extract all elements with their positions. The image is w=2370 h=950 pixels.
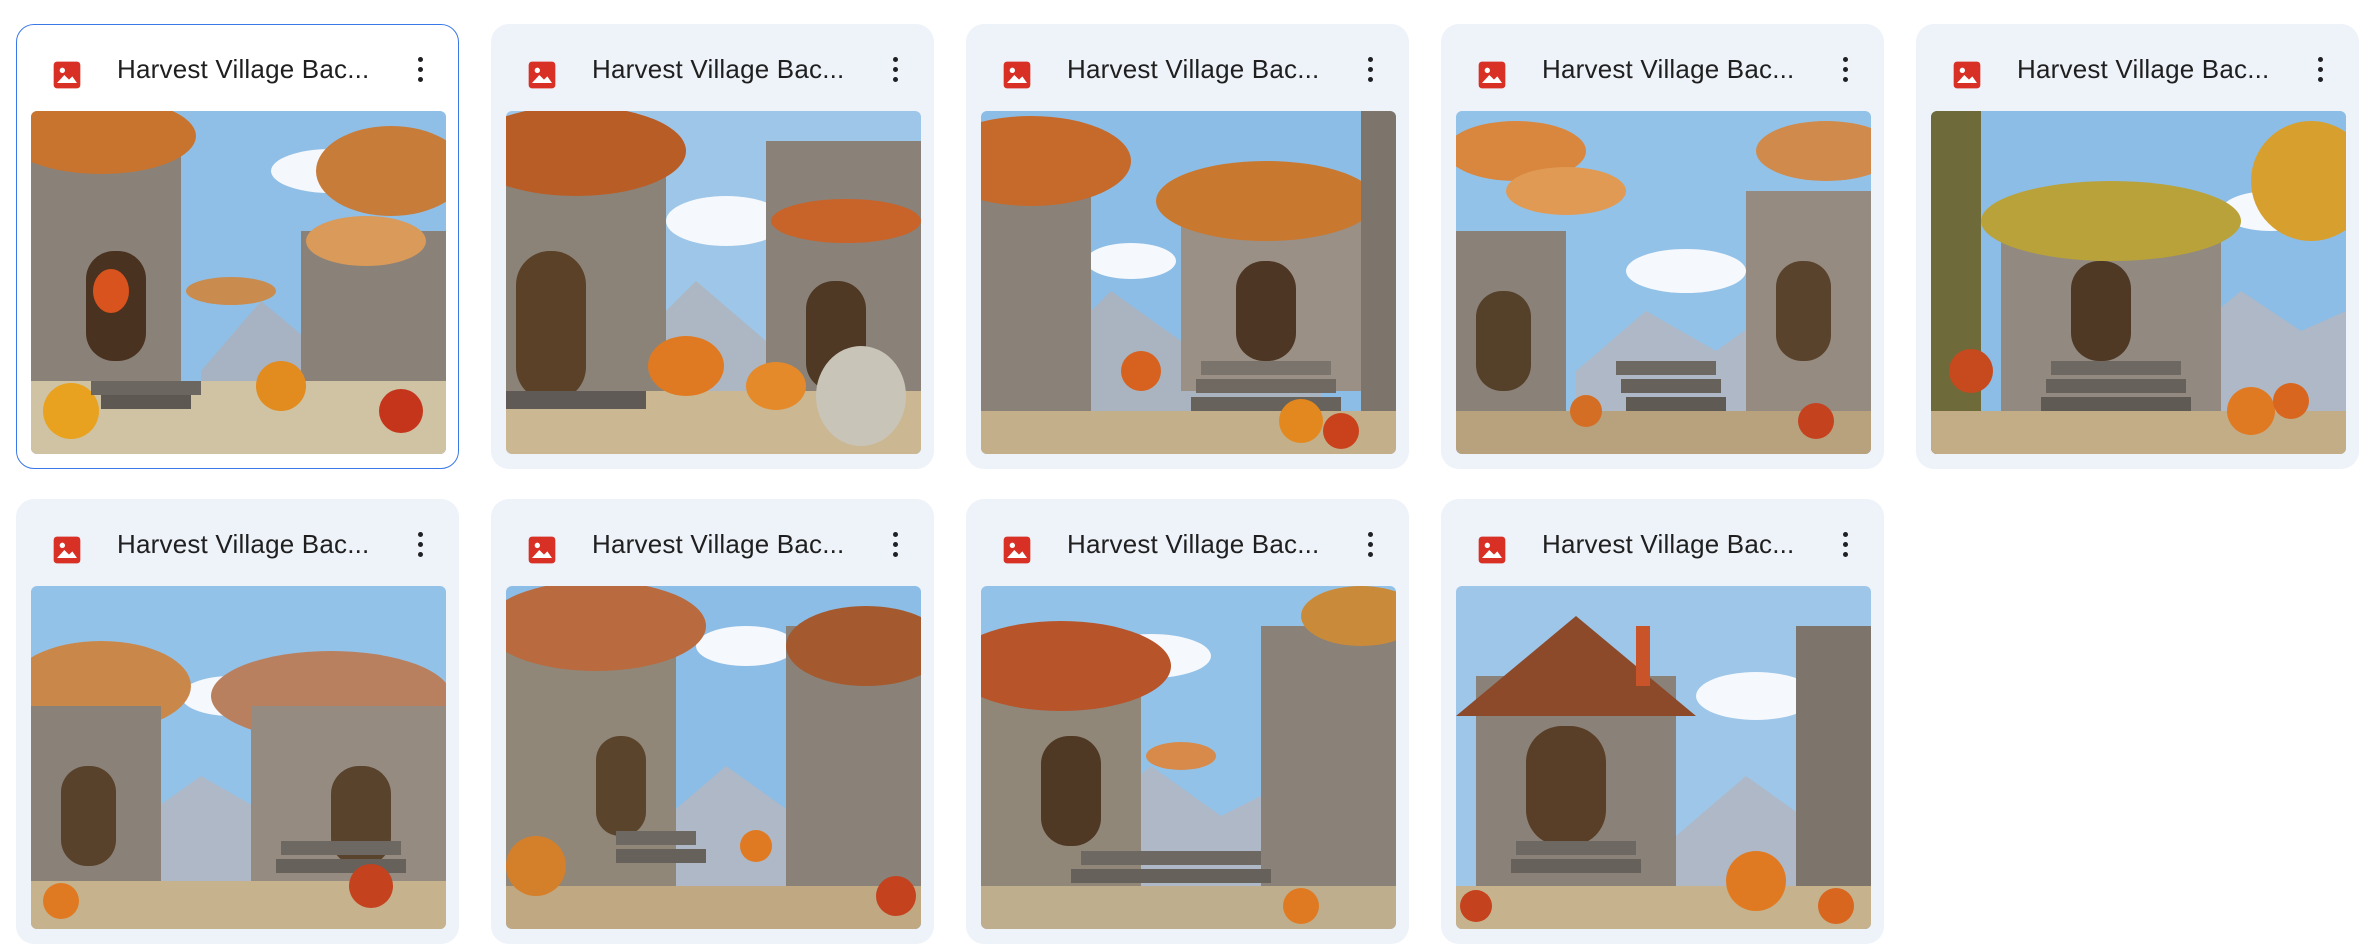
more-options-icon[interactable] xyxy=(877,51,913,87)
file-name[interactable]: Harvest Village Bac... xyxy=(1067,47,1337,91)
image-file-icon xyxy=(1476,59,1508,91)
more-options-icon[interactable] xyxy=(402,526,438,562)
more-options-icon[interactable] xyxy=(1827,51,1863,87)
image-file-icon xyxy=(51,59,83,91)
more-options-icon[interactable] xyxy=(1352,526,1388,562)
image-file-icon xyxy=(1951,59,1983,91)
file-thumbnail[interactable] xyxy=(1931,111,2346,454)
more-options-icon[interactable] xyxy=(1827,526,1863,562)
file-thumbnail[interactable] xyxy=(31,111,446,454)
image-file-icon xyxy=(1476,534,1508,566)
file-name[interactable]: Harvest Village Bac... xyxy=(2017,47,2287,91)
image-file-icon xyxy=(1001,534,1033,566)
file-thumbnail[interactable] xyxy=(506,111,921,454)
file-card[interactable]: Harvest Village Bac... xyxy=(16,24,459,469)
file-card[interactable]: Harvest Village Bac... xyxy=(491,24,934,469)
file-thumbnail[interactable] xyxy=(981,111,1396,454)
more-options-icon[interactable] xyxy=(2302,51,2338,87)
file-thumbnail[interactable] xyxy=(31,586,446,929)
more-options-icon[interactable] xyxy=(402,51,438,87)
file-card[interactable]: Harvest Village Bac... xyxy=(966,499,1409,944)
image-file-icon xyxy=(1001,59,1033,91)
file-thumbnail[interactable] xyxy=(506,586,921,929)
image-file-icon xyxy=(51,534,83,566)
file-thumbnail[interactable] xyxy=(1456,111,1871,454)
file-grid: Harvest Village Bac... Harvest Village B… xyxy=(0,0,2370,950)
image-file-icon xyxy=(526,59,558,91)
more-options-icon[interactable] xyxy=(1352,51,1388,87)
file-name[interactable]: Harvest Village Bac... xyxy=(1542,522,1812,566)
file-card[interactable]: Harvest Village Bac... xyxy=(1441,499,1884,944)
file-card[interactable]: Harvest Village Bac... xyxy=(1916,24,2359,469)
file-name[interactable]: Harvest Village Bac... xyxy=(1067,522,1337,566)
file-name[interactable]: Harvest Village Bac... xyxy=(117,47,387,91)
file-card[interactable]: Harvest Village Bac... xyxy=(491,499,934,944)
more-options-icon[interactable] xyxy=(877,526,913,562)
file-thumbnail[interactable] xyxy=(1456,586,1871,929)
file-name[interactable]: Harvest Village Bac... xyxy=(592,522,862,566)
file-thumbnail[interactable] xyxy=(981,586,1396,929)
file-card[interactable]: Harvest Village Bac... xyxy=(1441,24,1884,469)
file-card[interactable]: Harvest Village Bac... xyxy=(966,24,1409,469)
file-name[interactable]: Harvest Village Bac... xyxy=(117,522,387,566)
file-name[interactable]: Harvest Village Bac... xyxy=(1542,47,1812,91)
file-card[interactable]: Harvest Village Bac... xyxy=(16,499,459,944)
image-file-icon xyxy=(526,534,558,566)
file-name[interactable]: Harvest Village Bac... xyxy=(592,47,862,91)
